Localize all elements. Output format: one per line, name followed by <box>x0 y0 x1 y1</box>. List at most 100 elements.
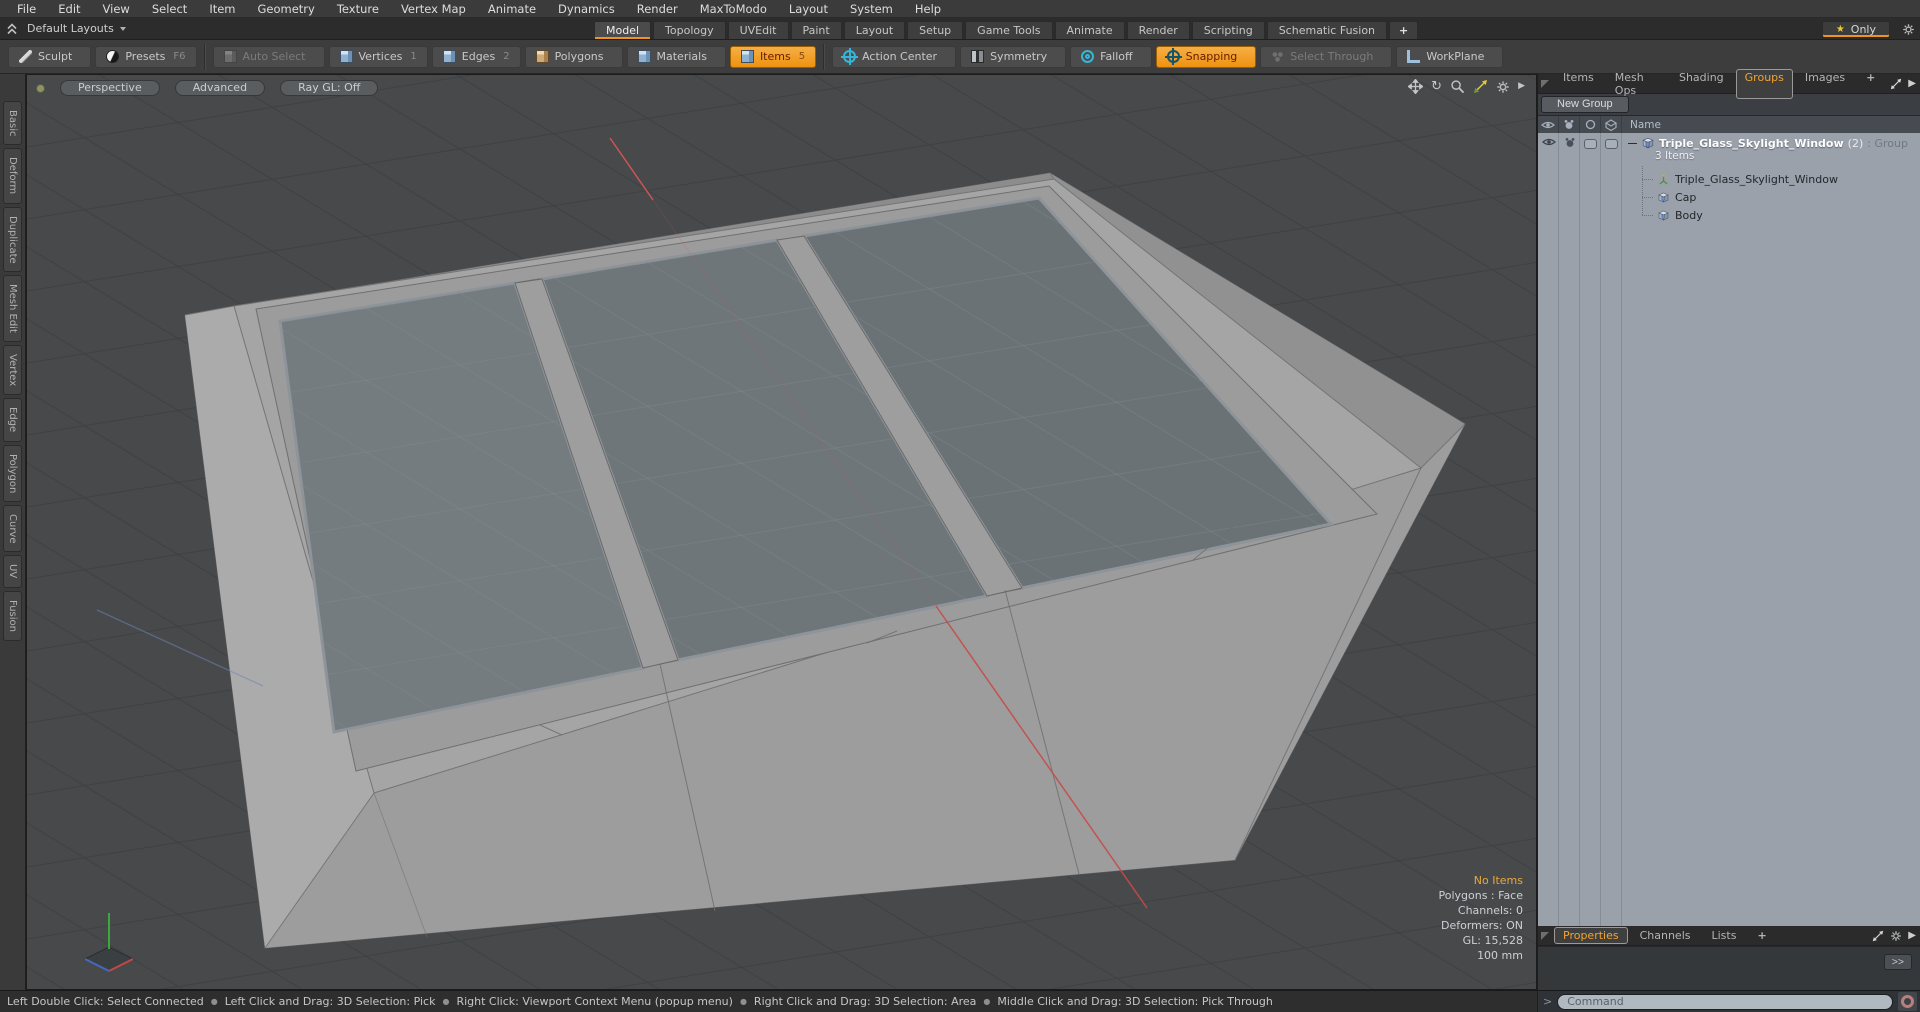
menu-item[interactable]: Layout <box>778 1 839 17</box>
maximize-viewport-icon[interactable] <box>1473 79 1488 94</box>
toolbar-button[interactable]: Items 5 <box>729 45 817 68</box>
menu-item[interactable]: Help <box>904 1 952 17</box>
eye-icon[interactable] <box>1541 137 1556 147</box>
properties-tab[interactable]: Properties <box>1554 927 1628 944</box>
group-child-row[interactable]: Body <box>1642 206 1920 224</box>
properties-tab[interactable]: + <box>1748 927 1775 944</box>
menu-item[interactable]: File <box>6 1 47 17</box>
viewport-menu-dot-icon[interactable] <box>36 83 45 93</box>
tool-palette-tab[interactable]: Deform <box>3 148 22 204</box>
panel-more-arrow-icon[interactable]: ▶ <box>1908 78 1916 89</box>
expand-panel-icon[interactable] <box>1872 930 1884 942</box>
toolbar-button[interactable]: Edges 2 <box>431 45 521 68</box>
group-row[interactable]: Triple_Glass_Skylight_Window (2) : Group… <box>1538 136 1920 170</box>
layout-tab[interactable]: Schematic Fusion <box>1266 21 1388 39</box>
gear-icon[interactable] <box>1902 23 1915 36</box>
menu-item[interactable]: System <box>839 1 904 17</box>
pan-icon[interactable] <box>1408 79 1424 94</box>
item-type-cube-icon[interactable] <box>1605 118 1617 131</box>
item-list-tab[interactable]: Shading <box>1670 69 1733 99</box>
toolbar-button[interactable]: Snapping <box>1155 45 1257 68</box>
new-group-button[interactable]: New Group <box>1541 96 1629 113</box>
toolbar-button[interactable]: Vertices 1 <box>328 45 428 68</box>
menu-item[interactable]: Geometry <box>247 1 326 17</box>
render-visibility-icon[interactable] <box>1564 137 1576 148</box>
rotate-view-icon[interactable]: ↻ <box>1431 79 1442 94</box>
panel-corner-icon[interactable] <box>1541 79 1549 88</box>
tool-palette-tab[interactable]: Edge <box>3 398 22 442</box>
item-list-tab[interactable]: Mesh Ops <box>1606 69 1667 99</box>
raygl-button[interactable]: Ray GL: Off <box>280 80 379 96</box>
layout-switcher[interactable]: Default Layouts <box>27 22 126 35</box>
tool-palette-tab[interactable]: Basic <box>3 101 22 146</box>
toolbar-button[interactable]: Sculpt <box>8 45 92 68</box>
menu-item[interactable]: Render <box>626 1 689 17</box>
toolbar-button[interactable]: Falloff <box>1070 45 1152 68</box>
visibility-eye-icon[interactable] <box>1541 120 1555 130</box>
collapse-icon[interactable] <box>1628 142 1637 144</box>
menu-item[interactable]: View <box>92 1 141 17</box>
group-child-row[interactable]: Triple_Glass_Skylight_Window <box>1642 170 1920 188</box>
item-list-tab[interactable]: Images <box>1796 69 1854 99</box>
filter-circle-icon[interactable] <box>1585 119 1596 130</box>
panel-more-arrow-icon[interactable]: ▶ <box>1908 930 1916 941</box>
menu-item[interactable]: Texture <box>326 1 390 17</box>
tool-palette-tab[interactable]: Mesh Edit <box>3 275 22 343</box>
panel-gear-icon[interactable] <box>1890 930 1902 942</box>
tool-palette-tab[interactable]: UV <box>3 555 22 588</box>
zoom-icon[interactable] <box>1450 79 1465 94</box>
viewport-settings-gear-icon[interactable] <box>1496 80 1510 94</box>
only-button[interactable]: ★ Only <box>1821 21 1890 38</box>
panel-corner-icon[interactable] <box>1541 931 1549 940</box>
toolbar-button[interactable]: Presets F6 <box>95 45 197 68</box>
camera-mode-button[interactable]: Perspective <box>60 80 160 96</box>
command-input[interactable] <box>1557 993 1893 1010</box>
tool-palette-tab[interactable]: Curve <box>3 504 22 553</box>
toolbar-button[interactable]: Materials <box>626 45 726 68</box>
viewport-3d[interactable]: Perspective Advanced Ray GL: Off ↻ ▶ No … <box>26 74 1537 990</box>
toolbar-button[interactable]: Auto Select <box>212 45 325 68</box>
layout-tab[interactable]: Paint <box>790 21 842 39</box>
toolbar-button[interactable]: Polygons <box>524 45 623 68</box>
pin-layout-icon[interactable] <box>6 22 18 35</box>
render-visibility-icon[interactable] <box>1563 119 1575 130</box>
layout-tab[interactable]: Render <box>1126 21 1190 39</box>
properties-tab[interactable]: Channels <box>1631 927 1700 944</box>
menu-item[interactable]: MaxToModo <box>689 1 778 17</box>
group-toggle-checkbox[interactable] <box>1605 139 1618 149</box>
menu-item[interactable]: Vertex Map <box>390 1 477 17</box>
tool-palette-tab[interactable]: Polygon <box>3 444 22 502</box>
tool-palette-tab[interactable]: Duplicate <box>3 206 22 273</box>
layout-tab[interactable]: Model <box>594 21 652 39</box>
layout-tab[interactable]: UVEdit <box>727 21 789 39</box>
menu-item[interactable]: Dynamics <box>547 1 626 17</box>
viewport-canvas[interactable] <box>27 75 1537 990</box>
item-list-tab[interactable]: Groups <box>1735 68 1793 99</box>
menu-item[interactable]: Animate <box>477 1 547 17</box>
shading-mode-button[interactable]: Advanced <box>174 80 266 96</box>
group-child-row[interactable]: Cap <box>1642 188 1920 206</box>
tool-palette-tab[interactable]: Fusion <box>3 590 22 641</box>
expand-panel-icon[interactable] <box>1890 78 1902 90</box>
show-more-button[interactable]: >> <box>1883 954 1912 970</box>
layout-tab[interactable]: Setup <box>907 21 964 39</box>
toolbar-button[interactable]: Action Center <box>832 45 957 68</box>
macro-record-button[interactable] <box>1898 992 1917 1011</box>
layout-tab[interactable]: Layout <box>843 21 906 39</box>
item-list-tab[interactable]: Items <box>1554 69 1603 99</box>
layout-tab[interactable]: Scripting <box>1191 21 1265 39</box>
layout-tab[interactable]: Game Tools <box>965 21 1053 39</box>
layout-tab[interactable]: + <box>1389 21 1419 39</box>
menu-item[interactable]: Edit <box>47 1 91 17</box>
menu-item[interactable]: Select <box>141 1 198 17</box>
toolbar-button[interactable]: Select Through <box>1260 45 1393 68</box>
viewport-expand-arrow-icon[interactable]: ▶ <box>1518 79 1525 94</box>
properties-tab[interactable]: Lists <box>1703 927 1746 944</box>
toolbar-button[interactable]: WorkPlane <box>1396 45 1504 68</box>
group-toggle-checkbox[interactable] <box>1584 139 1597 149</box>
layout-tab[interactable]: Topology <box>653 21 726 39</box>
tool-palette-tab[interactable]: Vertex <box>3 345 22 396</box>
layout-tab[interactable]: Animate <box>1054 21 1125 39</box>
item-list-tab[interactable]: + <box>1857 69 1884 99</box>
toolbar-button[interactable]: Symmetry <box>960 45 1067 68</box>
